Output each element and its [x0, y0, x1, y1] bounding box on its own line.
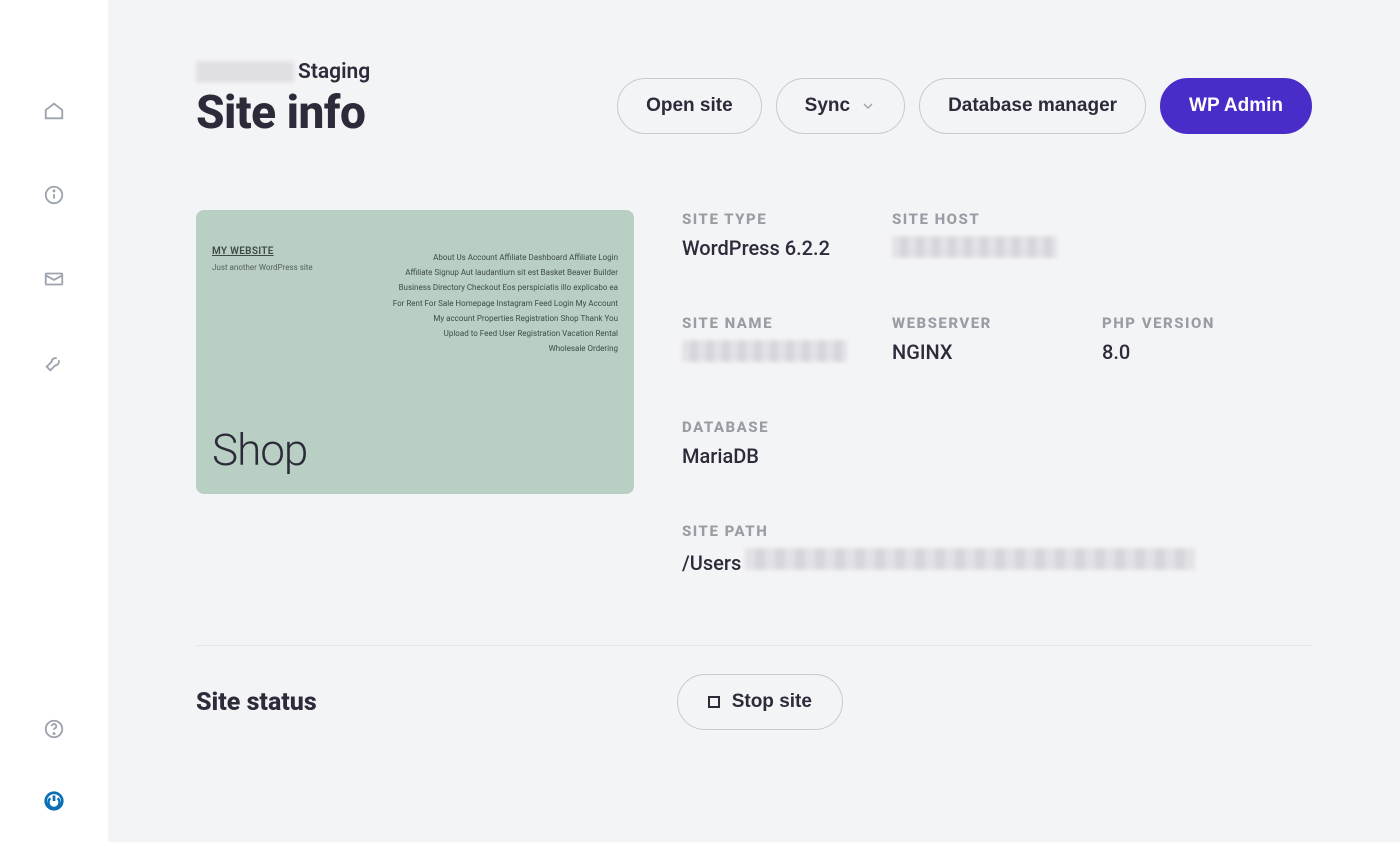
info-database: DATABASE MariaDB [682, 418, 892, 468]
stop-icon [708, 696, 720, 708]
section-divider [196, 645, 1312, 646]
power-icon[interactable] [43, 790, 65, 812]
main-content: Staging Site info Open site Sync Databas… [108, 0, 1400, 842]
site-status-heading: Site status [196, 688, 317, 717]
chevron-down-icon [860, 98, 876, 114]
site-name-value-redacted [682, 340, 847, 362]
preview-hero-text: Shop [212, 424, 307, 476]
database-manager-button[interactable]: Database manager [919, 78, 1146, 134]
sync-dropdown-button[interactable]: Sync [776, 78, 905, 134]
wp-admin-button[interactable]: WP Admin [1160, 78, 1312, 134]
site-preview-thumbnail[interactable]: MY WEBSITE Just another WordPress site A… [196, 210, 634, 494]
info-site-type: SITE TYPE WordPress 6.2.2 [682, 210, 892, 260]
sidebar [0, 0, 108, 842]
info-icon[interactable] [43, 184, 65, 206]
stop-site-button[interactable]: Stop site [677, 674, 843, 730]
help-icon[interactable] [43, 718, 65, 740]
tools-icon[interactable] [43, 352, 65, 374]
breadcrumb-site-name-redacted [196, 61, 294, 83]
info-site-name: SITE NAME [682, 314, 892, 364]
info-site-path: SITE PATH /Users [682, 522, 1312, 575]
site-host-value-redacted [892, 236, 1057, 258]
page-title: Site info [196, 86, 370, 140]
home-icon[interactable] [43, 100, 65, 122]
info-php-version: PHP VERSION 8.0 [1102, 314, 1312, 364]
preview-nav-links: About Us Account Affiliate Dashboard Aff… [378, 250, 618, 356]
site-path-prefix: /Users [682, 551, 741, 575]
info-webserver: WEBSERVER NGINX [892, 314, 1102, 364]
site-path-value-redacted [745, 548, 1195, 570]
breadcrumb: Staging [196, 60, 370, 84]
open-site-button[interactable]: Open site [617, 78, 762, 134]
breadcrumb-staging-label: Staging [298, 60, 370, 84]
mail-icon[interactable] [43, 268, 65, 290]
info-site-host: SITE HOST [892, 210, 1102, 260]
